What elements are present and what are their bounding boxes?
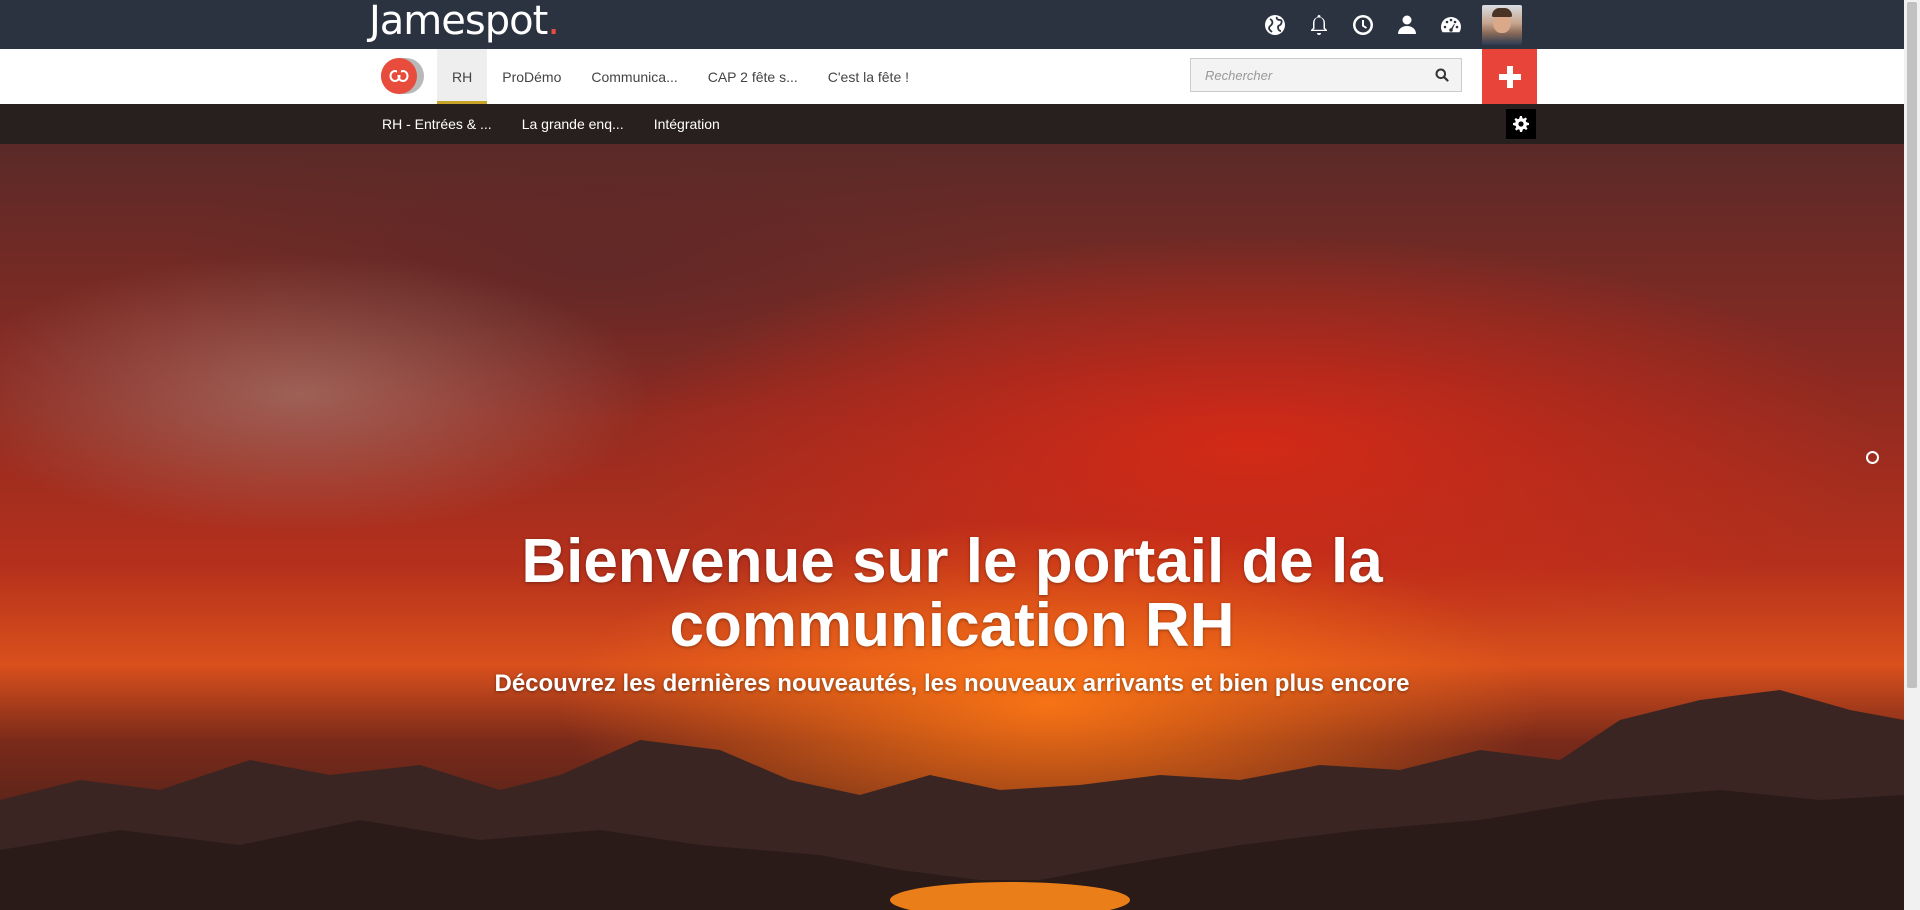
space-switcher[interactable]	[381, 58, 424, 94]
main-nav: RH ProDémo Communica... CAP 2 fête s... …	[0, 49, 1904, 104]
link-icon	[381, 58, 417, 94]
tab-prodemo[interactable]: ProDémo	[487, 49, 576, 104]
sub-nav: RH - Entrées & ... La grande enq... Inté…	[0, 104, 1904, 144]
hero-title-line1: Bienvenue sur le portail de la	[521, 527, 1383, 596]
search-input[interactable]	[1191, 59, 1425, 91]
tab-rh[interactable]: RH	[437, 49, 488, 104]
logo-text: Jamespot	[369, 0, 548, 44]
hero-banner: Bienvenue sur le portail de la communica…	[0, 144, 1904, 910]
logo-dot: .	[547, 0, 560, 44]
user-icon[interactable]	[1392, 10, 1422, 40]
settings-button[interactable]	[1506, 109, 1536, 139]
gear-icon	[1513, 116, 1529, 132]
search-icon[interactable]	[1435, 68, 1449, 82]
hero-title: Bienvenue sur le portail de la communica…	[0, 530, 1904, 658]
sub-tabs: RH - Entrées & ... La grande enq... Inté…	[367, 104, 735, 144]
scrollbar-thumb[interactable]	[1907, 2, 1917, 688]
scroll-indicator-dot[interactable]	[1866, 451, 1879, 464]
globe-icon[interactable]	[1260, 10, 1290, 40]
tab-communication[interactable]: Communica...	[576, 49, 692, 104]
subtab-integration[interactable]: Intégration	[639, 104, 735, 144]
tab-cap2fete[interactable]: CAP 2 fête s...	[693, 49, 813, 104]
hero-subtitle: Découvrez les dernières nouveautés, les …	[494, 670, 1410, 697]
hero-background-rocks	[0, 690, 1904, 910]
hero-title-line2: communication RH	[669, 591, 1235, 660]
search-box	[1190, 58, 1462, 92]
top-bar: Jamespot.	[0, 0, 1904, 49]
clock-icon[interactable]	[1348, 10, 1378, 40]
bell-icon[interactable]	[1304, 10, 1334, 40]
jamespot-logo[interactable]: Jamespot.	[369, 0, 560, 44]
subtab-rh-entrees[interactable]: RH - Entrées & ...	[367, 104, 507, 144]
subtab-grande-enquete[interactable]: La grande enq...	[507, 104, 639, 144]
plus-icon	[1498, 65, 1521, 88]
avatar[interactable]	[1482, 4, 1522, 45]
tab-cest-la-fete[interactable]: C'est la fête !	[813, 49, 924, 104]
space-tabs: RH ProDémo Communica... CAP 2 fête s... …	[437, 49, 924, 104]
page-scrollbar[interactable]	[1904, 0, 1920, 910]
dashboard-icon[interactable]	[1436, 10, 1466, 40]
add-button[interactable]	[1482, 49, 1537, 104]
top-icons	[1260, 0, 1522, 49]
